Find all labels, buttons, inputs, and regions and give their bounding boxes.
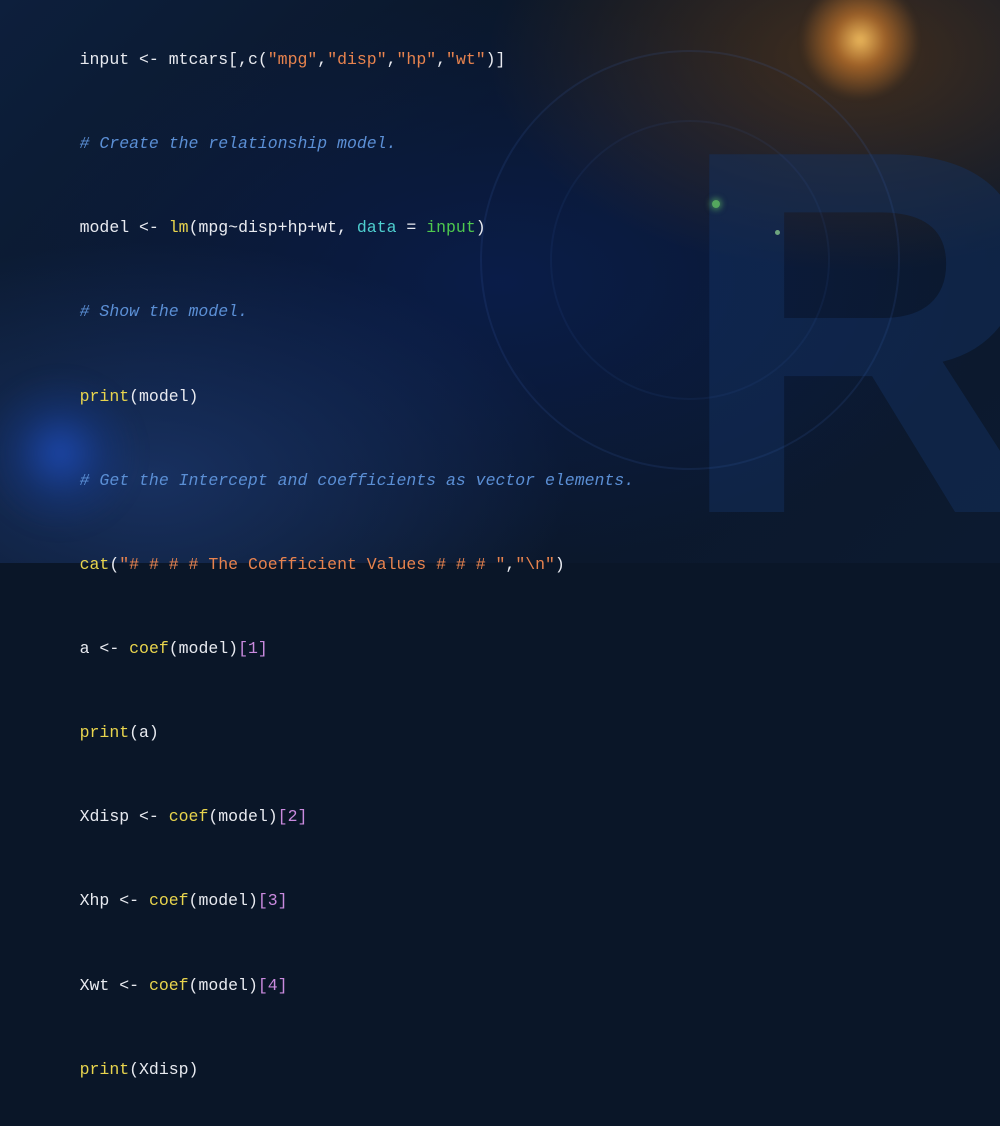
code-token: (mpg~disp+hp+wt,: [189, 218, 357, 237]
code-token: coef: [149, 976, 189, 995]
code-token: Xhp: [80, 891, 120, 910]
code-token: <-: [99, 639, 129, 658]
code-token: # Get the Intercept and coefficients as …: [80, 471, 635, 490]
code-token: ): [555, 555, 565, 574]
code-token: input: [80, 50, 139, 69]
code-token: "disp": [327, 50, 386, 69]
code-token: ,: [436, 50, 446, 69]
code-token: model: [80, 218, 139, 237]
code-token: "mpg": [268, 50, 318, 69]
code-token: ,: [317, 50, 327, 69]
code-token: Xdisp: [80, 807, 139, 826]
code-token: (model): [208, 807, 277, 826]
code-token: data: [357, 218, 397, 237]
code-token: (model): [189, 891, 258, 910]
code-token: coef: [169, 807, 209, 826]
code-line-7: cat("# # # # The Coefficient Values # # …: [40, 523, 960, 607]
code-line-11: Xhp <- coef(model)[3]: [40, 859, 960, 943]
code-token: [2]: [278, 807, 308, 826]
code-token: "hp": [397, 50, 437, 69]
code-token: [1]: [238, 639, 268, 658]
code-line-1: input <- mtcars[,c("mpg","disp","hp","wt…: [40, 18, 960, 102]
code-token: (model): [189, 976, 258, 995]
code-line-5: print(model): [40, 355, 960, 439]
code-block: input <- mtcars[,c("mpg","disp","hp","wt…: [0, 0, 1000, 563]
code-line-2-comment: # Create the relationship model.: [40, 102, 960, 186]
code-token: coef: [129, 639, 169, 658]
code-token: [3]: [258, 891, 288, 910]
code-token: coef: [149, 891, 189, 910]
code-token: <-: [119, 891, 149, 910]
code-token: print: [80, 723, 130, 742]
code-token: # Show the model.: [80, 302, 248, 321]
code-token: )]: [486, 50, 506, 69]
code-token: (model): [129, 387, 198, 406]
code-line-13: print(Xdisp): [40, 1028, 960, 1112]
code-token: ,: [505, 555, 515, 574]
code-token: input: [426, 218, 476, 237]
code-token: mtcars[,c(: [169, 50, 268, 69]
code-token: <-: [139, 50, 169, 69]
code-token: print: [80, 1060, 130, 1079]
code-token: =: [397, 218, 427, 237]
code-line-12: Xwt <- coef(model)[4]: [40, 944, 960, 1028]
code-token: (a): [129, 723, 159, 742]
code-line-6-comment: # Get the Intercept and coefficients as …: [40, 439, 960, 523]
code-line-14: print(Xhp): [40, 1112, 960, 1126]
code-line-3: model <- lm(mpg~disp+hp+wt, data = input…: [40, 186, 960, 270]
code-token: <-: [139, 807, 169, 826]
code-token: (: [109, 555, 119, 574]
code-token: [4]: [258, 976, 288, 995]
code-line-4-comment: # Show the model.: [40, 270, 960, 354]
code-token: <-: [119, 976, 149, 995]
code-token: "\n": [515, 555, 555, 574]
code-token: "# # # # The Coefficient Values # # # ": [119, 555, 505, 574]
code-token: (model): [169, 639, 238, 658]
code-token: print: [80, 387, 130, 406]
code-token: (Xdisp): [129, 1060, 198, 1079]
code-token: lm: [169, 218, 189, 237]
code-token: # Create the relationship model.: [80, 134, 397, 153]
code-token: <-: [139, 218, 169, 237]
code-line-10: Xdisp <- coef(model)[2]: [40, 775, 960, 859]
code-line-9: print(a): [40, 691, 960, 775]
code-token: "wt": [446, 50, 486, 69]
code-token: a: [80, 639, 100, 658]
code-token: Xwt: [80, 976, 120, 995]
code-token: cat: [80, 555, 110, 574]
code-token: ): [476, 218, 486, 237]
code-line-8: a <- coef(model)[1]: [40, 607, 960, 691]
code-token: ,: [387, 50, 397, 69]
